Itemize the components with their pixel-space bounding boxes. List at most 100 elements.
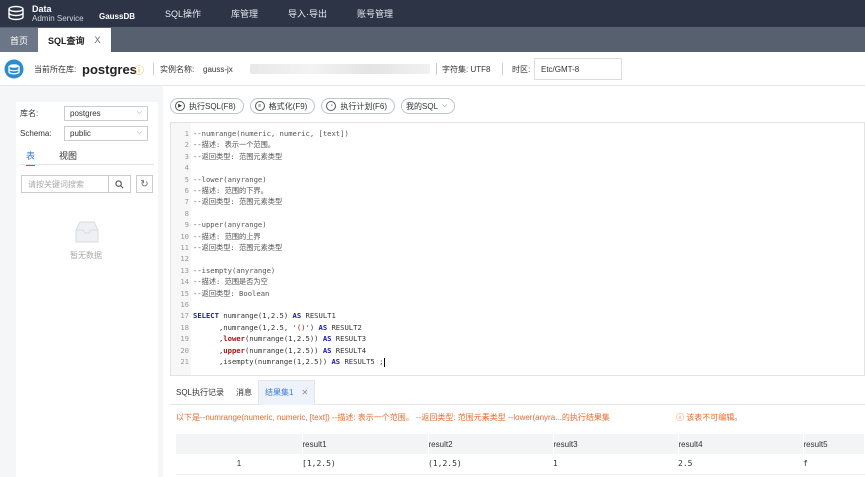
empty-state-text: 暂无数据: [70, 251, 102, 260]
column-header-result3[interactable]: result3: [553, 434, 679, 454]
code-text: --upper(anyrange): [193, 220, 267, 230]
code-line[interactable]: 21 ,isempty(numrange(1,2.5)) AS RESULT5 …: [171, 356, 386, 367]
divider: [153, 63, 154, 75]
line-number: 11: [180, 243, 189, 252]
table-search-input[interactable]: 请按关键词搜索: [21, 175, 131, 193]
schema-row: Schema:: [20, 126, 52, 141]
db-select[interactable]: postgres ⌵: [64, 106, 148, 121]
code-text: ,isempty(numrange(1,2.5)) AS RESULT5 ;: [193, 357, 386, 367]
tab-sql-query[interactable]: SQL查询 X: [38, 28, 111, 52]
code-line[interactable]: 5 --lower(anyrange): [171, 174, 267, 185]
code-line[interactable]: 13 --isempty(anyrange): [171, 265, 275, 276]
tab-result-set-label: 结果集1: [265, 388, 294, 397]
code-line[interactable]: 4: [171, 162, 193, 173]
line-number: 6: [184, 186, 189, 195]
timezone-select[interactable]: Etc/GMT-8: [534, 58, 622, 80]
code-text: ,numrange(1,2.5, '()') AS RESULT2: [193, 322, 362, 332]
code-line[interactable]: 20 ,upper(numrange(1,2.5)) AS RESULT4: [171, 345, 366, 356]
table-cell[interactable]: 1: [553, 454, 678, 475]
line-number: 15: [180, 288, 189, 298]
line-number: 14: [180, 277, 189, 287]
menu-import-export[interactable]: 导入·导出: [288, 7, 327, 20]
my-sql-dropdown[interactable]: 我的SQL ⌵: [401, 98, 456, 114]
table-cell[interactable]: 2.5: [678, 454, 803, 475]
menu-sql-ops[interactable]: SQL操作: [165, 7, 201, 20]
search-button[interactable]: [108, 176, 130, 192]
code-line[interactable]: 7 --返回类型: 范围元素类型: [171, 196, 283, 207]
code-text: --描述: 表示一个范围。: [193, 140, 275, 150]
code-text: --numrange(numeric, numeric, [text]): [193, 129, 349, 138]
code-text: --描述: 范围的上界: [193, 231, 261, 241]
code-line[interactable]: 18 ,numrange(1,2.5, '()') AS RESULT2: [171, 322, 362, 333]
tab-messages[interactable]: 消息: [230, 380, 258, 405]
schema-select-value: public: [70, 129, 91, 138]
app-subtitle: Admin Service: [32, 13, 84, 23]
code-line[interactable]: 8: [171, 208, 193, 219]
code-text: --lower(anyrange): [193, 174, 267, 184]
table-row[interactable]: 1 [1,2.5) (1,2.5) 1 2.5 f: [176, 454, 865, 475]
product-name: GaussDB: [99, 12, 136, 21]
code-line[interactable]: 17 SELECT numrange(1,2.5) AS RESULT1: [171, 310, 335, 321]
tab-result-set-1[interactable]: 结果集1 ✕: [258, 379, 316, 405]
tab-sql-history[interactable]: SQL执行记录: [170, 380, 230, 405]
menu-db-manage[interactable]: 库管理: [231, 7, 258, 20]
column-header-result5[interactable]: result5: [803, 434, 865, 454]
code-line[interactable]: 19 ,lower(numrange(1,2.5)) AS RESULT3: [171, 333, 366, 344]
code-line[interactable]: 11 --返回类型: 范围元素类型: [171, 242, 282, 253]
code-line[interactable]: 14 --描述: 范围是否为空: [171, 276, 268, 287]
close-icon[interactable]: ✕: [301, 388, 308, 397]
sidebar-panel: 库名: postgres ⌵ Schema: public ⌵ 表 视图 请按关…: [16, 102, 158, 477]
text-cursor: [384, 357, 386, 367]
menu-account-manage[interactable]: 账号管理: [357, 7, 393, 20]
format-label: 格式化(F9): [268, 101, 308, 111]
line-number: 3: [184, 151, 189, 161]
code-text: --描述: 范围是否为空: [193, 277, 268, 287]
instance-value: gauss-jx: [203, 64, 233, 74]
code-text: --返回类型: Boolean: [193, 288, 270, 298]
top-menu: SQL操作 库管理 导入·导出 账号管理: [165, 0, 423, 27]
search-icon: [115, 179, 124, 188]
code-line[interactable]: 3 --返回类型: 范围元素类型: [171, 151, 283, 162]
app-title: Data: [32, 3, 52, 14]
format-button[interactable]: ≡ 格式化(F9): [249, 98, 316, 114]
schema-select[interactable]: public ⌵: [64, 126, 148, 141]
db-row: 库名:: [20, 106, 38, 121]
line-number: 13: [180, 265, 189, 275]
code-line[interactable]: 16: [171, 299, 193, 310]
column-header-result4[interactable]: result4: [678, 434, 804, 454]
code-line[interactable]: 12: [171, 253, 193, 264]
code-line[interactable]: 6 --描述: 范围的下界。: [171, 185, 268, 196]
execution-plan-label: 执行计划(F6): [340, 101, 388, 111]
sql-editor[interactable]: 1 --numrange(numeric, numeric, [text]) 2 --…: [170, 122, 865, 376]
code-line[interactable]: 2 --描述: 表示一个范围。: [171, 139, 275, 150]
table-cell[interactable]: (1,2.5): [428, 454, 553, 475]
column-header-result1[interactable]: result1: [302, 434, 429, 454]
object-sidebar: 库名: postgres ⌵ Schema: public ⌵ 表 视图 请按关…: [0, 86, 163, 477]
table-cell[interactable]: [1,2.5): [302, 454, 428, 475]
code-text: --isempty(anyrange): [193, 265, 276, 275]
execution-plan-button[interactable]: ◔ 执行计划(F6): [321, 98, 396, 114]
code-line[interactable]: 10 --描述: 范围的上界: [171, 231, 261, 242]
schema-label: Schema:: [20, 129, 52, 138]
current-db-name: postgres: [82, 61, 137, 77]
execute-sql-button[interactable]: ▶ 执行SQL(F8): [170, 98, 244, 114]
info-circle-icon[interactable]: ⓘ: [134, 52, 144, 86]
code-line[interactable]: 15 --返回类型: Boolean: [171, 288, 269, 299]
tab-close-icon[interactable]: X: [95, 35, 101, 45]
tab-home[interactable]: 首页: [0, 28, 39, 52]
column-header-index: [176, 434, 303, 454]
line-number: 12: [180, 254, 189, 264]
line-number: 8: [184, 208, 189, 218]
db-info-bar: 当前所在库: postgres ⓘ 实例名称: gauss-jx 字符集: UT…: [0, 52, 865, 86]
code-line[interactable]: 9 --upper(anyrange): [171, 219, 267, 230]
table-cell[interactable]: f: [803, 454, 865, 475]
line-number: 4: [184, 163, 189, 173]
chevron-down-icon: ⌵: [442, 102, 448, 109]
column-header-result2[interactable]: result2: [428, 434, 554, 454]
play-icon: ▶: [175, 101, 185, 111]
refresh-button[interactable]: ↻: [136, 175, 153, 193]
row-index-cell: 1: [176, 454, 302, 475]
code-text: --返回类型: 范围元素类型: [193, 151, 283, 161]
code-line[interactable]: 1 --numrange(numeric, numeric, [text]): [171, 128, 349, 139]
line-number: 2: [184, 140, 189, 150]
